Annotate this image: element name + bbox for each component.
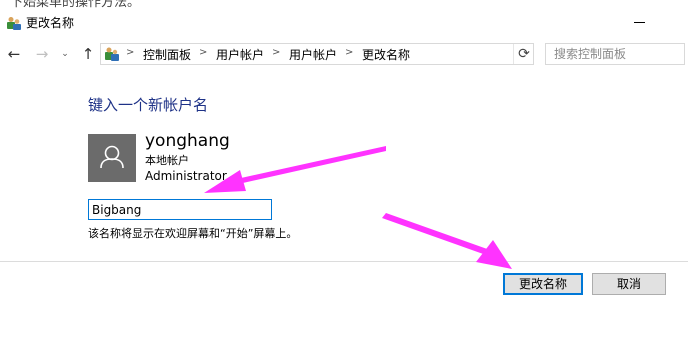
breadcrumb-separator[interactable]: > bbox=[272, 47, 280, 58]
top-cutoff-text: 下始菜单的操作方法。 bbox=[0, 0, 688, 8]
breadcrumb-item[interactable]: 用户帐户 bbox=[289, 46, 337, 63]
account-type: 本地帐户 bbox=[145, 154, 189, 167]
up-button[interactable]: ↑ bbox=[78, 44, 98, 64]
title-bar: 更改名称 bbox=[0, 8, 688, 36]
breadcrumb-item[interactable]: 用户帐户 bbox=[216, 46, 264, 63]
search-input[interactable] bbox=[546, 44, 684, 64]
breadcrumb-separator[interactable]: > bbox=[199, 47, 207, 58]
breadcrumb-item[interactable]: 控制面板 bbox=[143, 46, 191, 63]
rename-button[interactable]: 更改名称 bbox=[503, 273, 583, 295]
button-panel bbox=[0, 262, 688, 350]
refresh-button[interactable]: ⟳ bbox=[513, 44, 534, 64]
search-box[interactable] bbox=[545, 43, 685, 65]
cancel-button[interactable]: 取消 bbox=[592, 273, 666, 295]
breadcrumb-item-current[interactable]: 更改名称 bbox=[362, 46, 410, 63]
new-account-name-input[interactable] bbox=[88, 199, 272, 220]
breadcrumb-separator[interactable]: > bbox=[126, 47, 134, 58]
address-bar[interactable]: > 控制面板 > 用户帐户 > 用户帐户 > 更改名称 ⟳ bbox=[100, 43, 534, 65]
back-button[interactable]: ← bbox=[4, 44, 24, 64]
recent-locations-dropdown[interactable]: ⌄ bbox=[58, 44, 72, 64]
control-panel-icon bbox=[104, 46, 120, 62]
page-heading: 键入一个新帐户名 bbox=[88, 96, 209, 114]
user-name: yonghang bbox=[145, 131, 230, 151]
users-control-panel-icon bbox=[6, 15, 22, 31]
cutoff-text: 下始菜单的操作方法。 bbox=[10, 0, 141, 8]
account-role: Administrator bbox=[145, 169, 227, 183]
breadcrumb-separator[interactable]: > bbox=[345, 47, 353, 58]
window-title: 更改名称 bbox=[26, 16, 75, 30]
forward-button[interactable]: → bbox=[32, 44, 52, 64]
user-avatar-icon bbox=[88, 134, 136, 182]
hint-text: 该名称将显示在欢迎屏幕和“开始”屏幕上。 bbox=[88, 227, 298, 240]
minimize-button[interactable] bbox=[628, 11, 652, 33]
magenta-arrow-icon bbox=[204, 146, 386, 193]
